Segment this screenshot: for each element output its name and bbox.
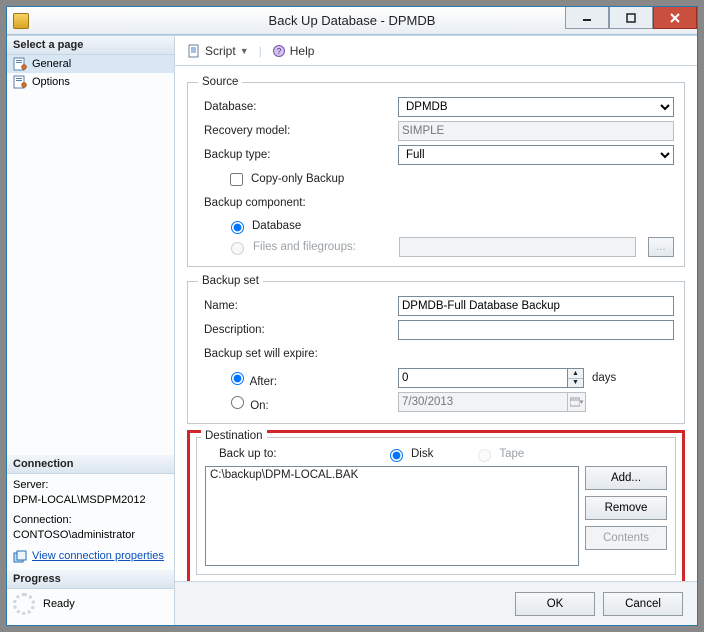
dest-disk-radio[interactable]	[390, 449, 403, 462]
set-desc-input[interactable]	[398, 320, 674, 340]
copy-only-checkbox[interactable]	[230, 173, 243, 186]
script-icon	[187, 44, 201, 58]
help-icon: ?	[272, 44, 286, 58]
maximize-button[interactable]	[609, 7, 653, 29]
destination-legend: Destination	[201, 430, 267, 442]
close-button[interactable]	[653, 7, 697, 29]
recovery-model-field	[398, 121, 674, 141]
expire-after-input[interactable]	[398, 368, 568, 388]
page-options-label: Options	[32, 76, 70, 88]
properties-icon	[13, 550, 27, 564]
calendar-icon: ▾	[568, 392, 586, 412]
set-name-input[interactable]	[398, 296, 674, 316]
expire-on-input	[398, 392, 568, 412]
svg-text:?: ?	[277, 47, 282, 56]
view-connection-properties-link[interactable]: View connection properties	[32, 549, 164, 564]
cancel-button[interactable]: Cancel	[603, 592, 683, 616]
component-files-radio	[231, 242, 244, 255]
progress-header: Progress	[7, 570, 174, 589]
expire-after-radio[interactable]	[231, 372, 244, 385]
toolbar: Script ▼ | ? Help	[175, 36, 697, 66]
database-select[interactable]: DPMDB	[398, 97, 674, 117]
dest-disk-label: Disk	[411, 448, 433, 460]
server-label: Server:	[13, 478, 168, 493]
source-group: Source Database: DPMDB Recovery model: B…	[187, 76, 685, 267]
connection-label: Connection:	[13, 513, 168, 528]
database-label: Database:	[198, 101, 398, 113]
backup-type-label: Backup type:	[198, 149, 398, 161]
left-panel: Select a page General Options Connection…	[7, 36, 175, 625]
page-general[interactable]: General	[7, 55, 174, 73]
set-name-label: Name:	[198, 300, 398, 312]
dest-tape-radio	[478, 449, 491, 462]
copy-only-label: Copy-only Backup	[251, 173, 344, 185]
filegroups-field	[399, 237, 636, 257]
backup-type-select[interactable]: Full	[398, 145, 674, 165]
minimize-button[interactable]	[565, 7, 609, 29]
server-value: DPM-LOCAL\MSDPM2012	[13, 493, 168, 508]
component-database-label: Database	[252, 220, 301, 232]
remove-button[interactable]: Remove	[585, 496, 667, 520]
progress-status: Ready	[43, 598, 75, 610]
progress-spinner-icon	[13, 593, 35, 615]
dest-tape-label: Tape	[499, 448, 524, 460]
page-general-label: General	[32, 58, 71, 70]
days-label: days	[592, 372, 616, 384]
destination-highlight: Destination Back up to: Disk Tape C:\bac…	[187, 430, 685, 581]
database-icon	[13, 13, 29, 29]
component-database-radio[interactable]	[231, 221, 244, 234]
backup-to-label: Back up to:	[215, 448, 345, 460]
titlebar[interactable]: Back Up Database - DPMDB	[7, 7, 697, 35]
spinner-up-icon[interactable]: ▲	[568, 369, 583, 379]
filegroups-browse-button: ...	[648, 237, 674, 257]
spinner-down-icon[interactable]: ▼	[568, 379, 583, 388]
contents-button: Contents	[585, 526, 667, 550]
expire-after-spinner[interactable]: ▲▼	[568, 368, 584, 388]
select-page-header: Select a page	[7, 36, 174, 55]
expire-after-label: After:	[250, 376, 277, 388]
help-button[interactable]: ? Help	[268, 42, 319, 60]
expire-label: Backup set will expire:	[198, 348, 398, 360]
page-options[interactable]: Options	[7, 73, 174, 91]
script-button[interactable]: Script ▼	[183, 42, 253, 60]
component-files-label: Files and filegroups:	[253, 241, 393, 253]
expire-on-radio[interactable]	[231, 396, 244, 409]
recovery-model-label: Recovery model:	[198, 125, 398, 137]
expire-on-label: On:	[250, 400, 269, 412]
dialog-footer: OK Cancel	[175, 581, 697, 625]
destination-list[interactable]: C:\backup\DPM-LOCAL.BAK	[205, 466, 579, 566]
set-desc-label: Description:	[198, 324, 398, 336]
connection-header: Connection	[7, 455, 174, 474]
destination-path[interactable]: C:\backup\DPM-LOCAL.BAK	[210, 469, 574, 481]
connection-value: CONTOSO\administrator	[13, 528, 168, 543]
page-icon	[13, 57, 27, 71]
backup-set-group: Backup set Name: Description: Backup set…	[187, 275, 685, 424]
ok-button[interactable]: OK	[515, 592, 595, 616]
source-legend: Source	[198, 76, 242, 88]
backup-set-legend: Backup set	[198, 275, 263, 287]
backup-component-label: Backup component:	[198, 197, 398, 209]
add-button[interactable]: Add...	[585, 466, 667, 490]
page-icon	[13, 75, 27, 89]
chevron-down-icon: ▼	[240, 46, 249, 56]
dialog-window: Back Up Database - DPMDB Select a page G…	[6, 6, 698, 626]
